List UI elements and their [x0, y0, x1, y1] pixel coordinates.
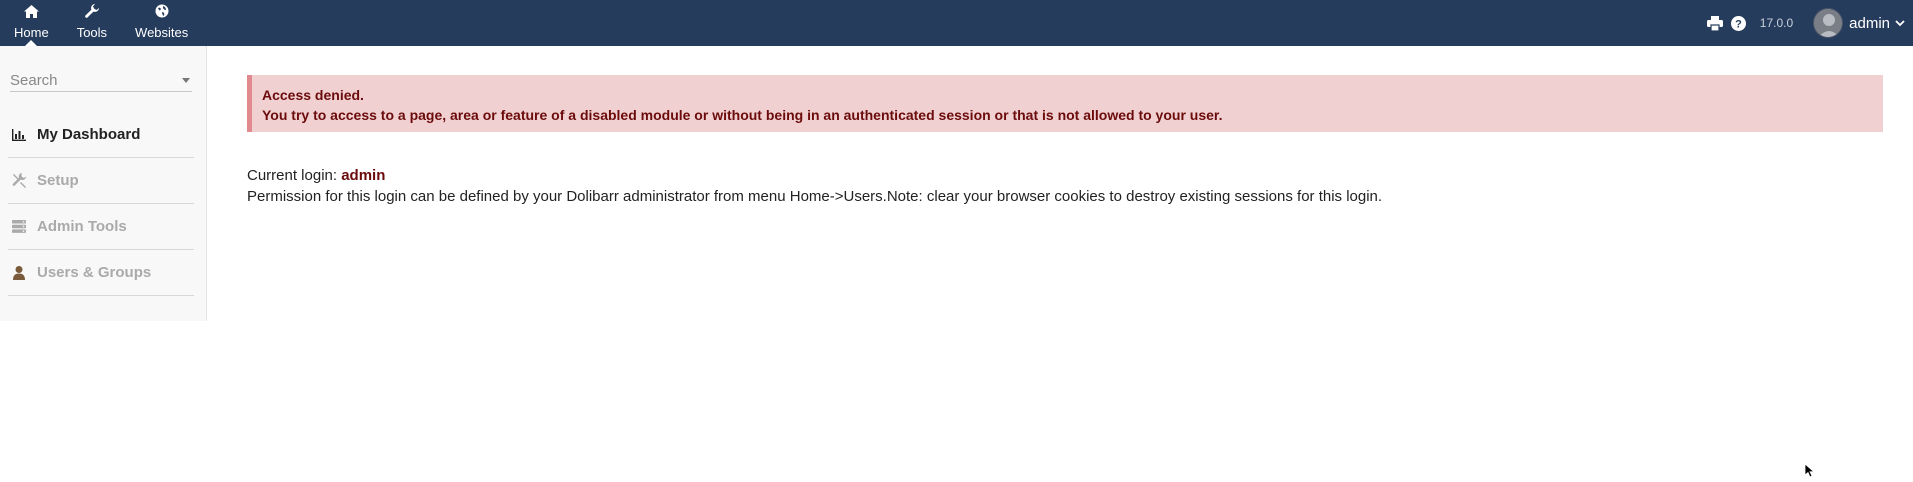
chevron-down-icon: [1895, 14, 1905, 32]
sidebar-menu: My Dashboard Setup Admin Tools Users & G…: [8, 112, 194, 296]
username: admin: [1849, 14, 1890, 32]
version-label: 17.0.0: [1759, 16, 1794, 30]
top-menu-tools-label: Tools: [76, 25, 108, 40]
home-icon: [23, 3, 39, 19]
wrench-icon: [85, 3, 99, 19]
caret-down-icon: [182, 78, 190, 83]
sidebar-item-label: My Dashboard: [37, 126, 141, 143]
search-input[interactable]: Search: [10, 70, 192, 92]
current-login-user: admin: [341, 167, 386, 184]
chart-icon: [11, 127, 27, 143]
user-menu[interactable]: admin: [1813, 0, 1913, 46]
help-icon[interactable]: ?: [1730, 14, 1748, 32]
tools-icon: [11, 173, 27, 189]
top-navbar: Home Tools Websites ? 17.0.0 admin: [0, 0, 1913, 46]
top-menu-websites-label: Websites: [135, 25, 189, 40]
sidebar-item-my-dashboard[interactable]: My Dashboard: [8, 112, 194, 158]
permission-note: Permission for this login can be defined…: [247, 188, 1383, 205]
current-login-label: Current login:: [247, 167, 342, 184]
mouse-cursor-icon: [1804, 463, 1819, 478]
sidebar-item-label: Users & Groups: [37, 264, 152, 281]
avatar: [1813, 8, 1844, 38]
top-menu-home-label: Home: [14, 25, 49, 40]
user-icon: [11, 265, 27, 281]
sidebar-item-users-groups[interactable]: Users & Groups: [8, 250, 194, 296]
sidebar-item-label: Setup: [37, 172, 79, 189]
error-alert: Access denied. You try to access to a pa…: [247, 75, 1883, 132]
top-menu-tools[interactable]: Tools: [63, 0, 121, 46]
alert-title: Access denied.: [262, 87, 364, 103]
svg-text:?: ?: [1735, 18, 1742, 30]
top-menu-websites[interactable]: Websites: [121, 0, 202, 46]
server-icon: [11, 219, 27, 235]
sidebar-item-admin-tools[interactable]: Admin Tools: [8, 204, 194, 250]
sidebar-item-setup[interactable]: Setup: [8, 158, 194, 204]
current-login: Current login: admin: [247, 167, 385, 184]
left-sidebar: Search My Dashboard Setup Admin Tools Us…: [0, 46, 207, 321]
top-menu: Home Tools Websites: [0, 0, 202, 46]
sidebar-item-label: Admin Tools: [37, 218, 127, 235]
top-menu-home[interactable]: Home: [0, 0, 63, 46]
globe-icon: [155, 3, 169, 19]
alert-message: You try to access to a page, area or fea…: [262, 107, 1223, 123]
search-placeholder: Search: [10, 72, 58, 89]
top-right-tools: ? 17.0.0 admin: [1706, 0, 1913, 46]
print-icon[interactable]: [1706, 14, 1724, 32]
